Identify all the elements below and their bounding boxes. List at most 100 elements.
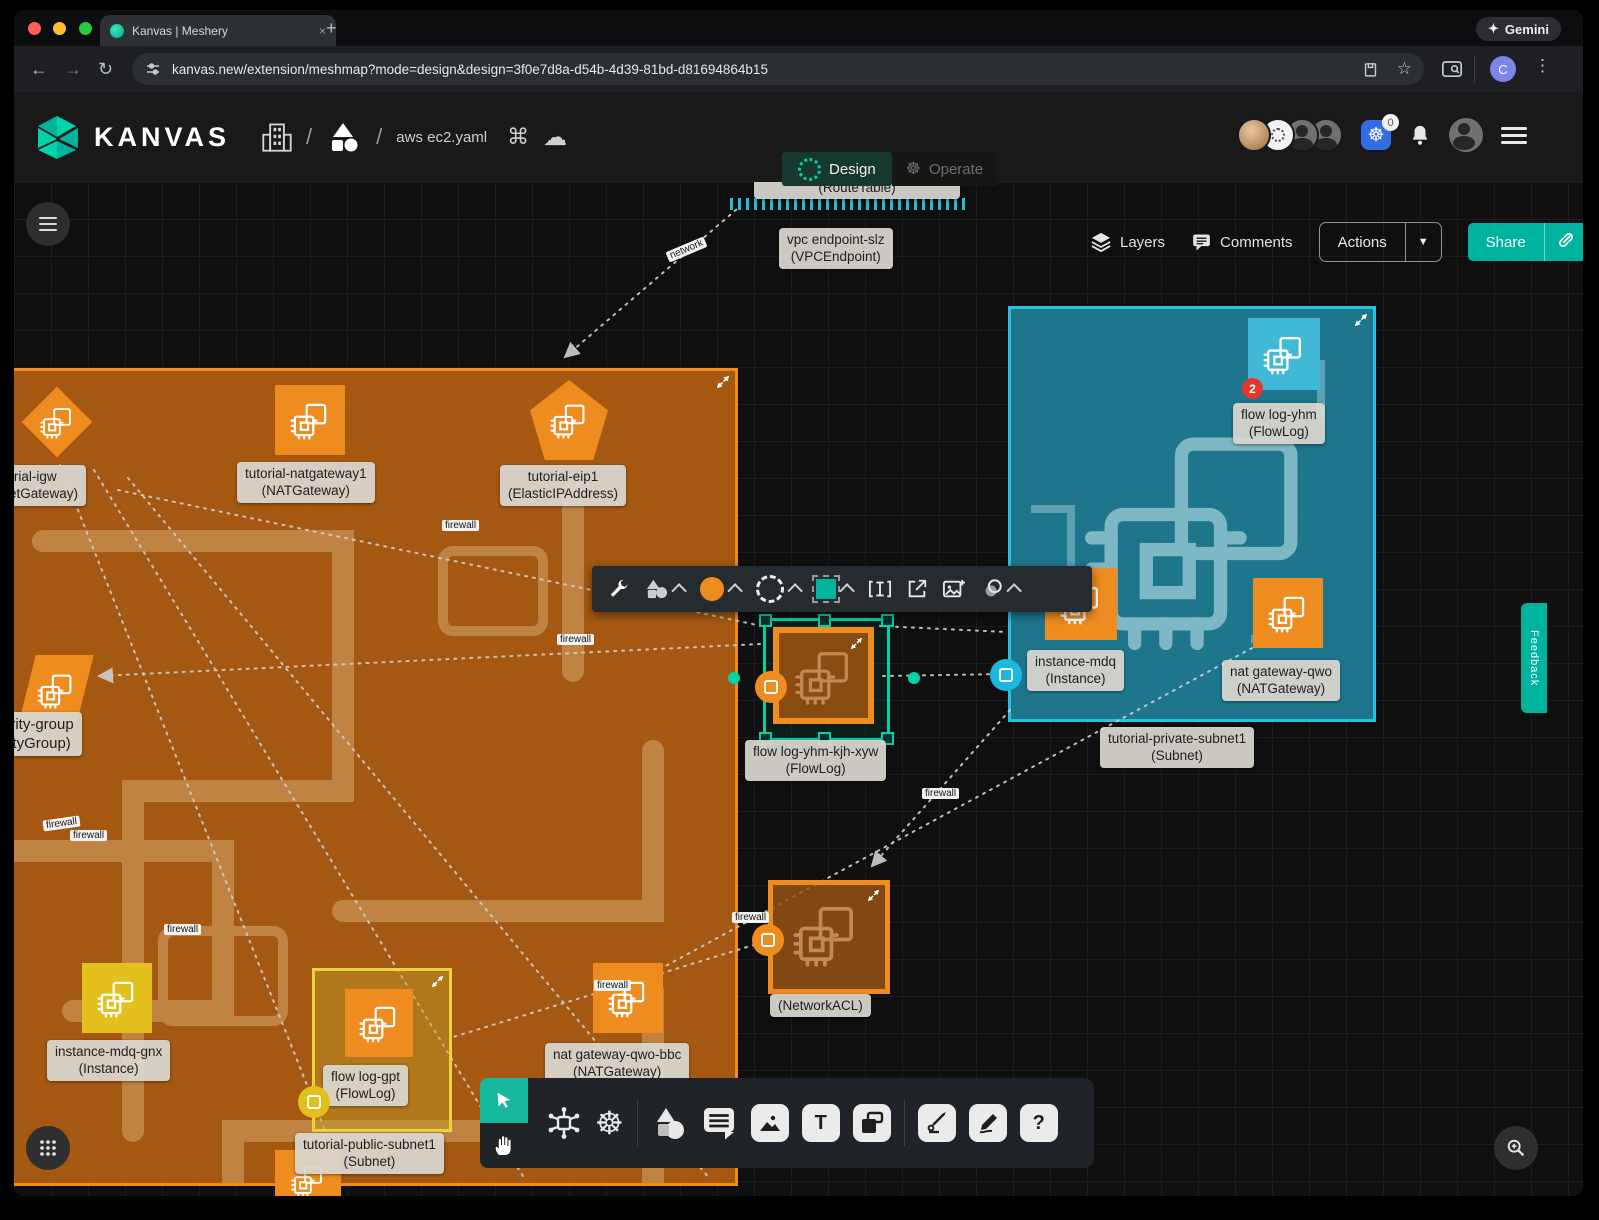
selection-handle[interactable] — [759, 614, 772, 627]
node-label-flow-log-yhm[interactable]: flow log-yhm (FlowLog) — [1233, 403, 1325, 444]
rename-text-icon[interactable] — [868, 578, 892, 600]
port-network-acl[interactable] — [752, 924, 784, 956]
kubernetes-tool-icon[interactable]: ☸ — [595, 1107, 624, 1139]
node-instance-mdq-gnx[interactable] — [82, 963, 152, 1033]
help-tool-icon[interactable]: ? — [1020, 1104, 1058, 1142]
design-file-name[interactable]: aws ec2.yaml — [396, 129, 487, 146]
layers-button[interactable]: Layers — [1090, 232, 1165, 252]
node-tutorial-natgateway1[interactable] — [275, 385, 345, 455]
bookmark-star-icon[interactable]: ☆ — [1397, 59, 1412, 79]
node-nat-gateway-qwo-bbc[interactable] — [593, 963, 663, 1033]
node-network-acl[interactable] — [768, 880, 890, 994]
port-flow-log-gpt[interactable] — [298, 1086, 330, 1118]
resize-handle-icon[interactable] — [868, 890, 879, 901]
text-tool-icon[interactable]: T — [802, 1104, 840, 1142]
node-label-tutorial-public-subnet1[interactable]: tutorial-public-subnet1 (Subnet) — [295, 1133, 444, 1174]
node-label-instance-mdq-gnx[interactable]: instance-mdq-gnx (Instance) — [47, 1040, 170, 1081]
tab-design[interactable]: Design — [782, 152, 892, 186]
collaborator-avatars[interactable] — [1237, 118, 1343, 152]
actions-button[interactable]: Actions — [1320, 223, 1405, 261]
actions-dropdown-caret[interactable]: ▼ — [1406, 223, 1441, 261]
node-label-tutorial-igw[interactable]: tutorial-igw (InternetGateway) — [14, 465, 86, 506]
node-tutorial-igw[interactable] — [22, 387, 92, 457]
new-tab-button[interactable]: + — [326, 18, 337, 39]
share-button[interactable]: Share — [1468, 234, 1544, 251]
zoom-button[interactable] — [1494, 1126, 1538, 1170]
zoom-window-button[interactable] — [79, 22, 92, 35]
gemini-button[interactable]: ✦ Gemini — [1476, 17, 1561, 41]
feedback-tab[interactable]: Feedback — [1521, 603, 1547, 713]
selection-handle[interactable] — [818, 614, 831, 627]
sidepanel-search-icon[interactable] — [1442, 61, 1462, 78]
node-label-tutorial-natgateway1[interactable]: tutorial-natgateway1 (NATGateway) — [237, 462, 375, 503]
pan-tool-button[interactable] — [480, 1123, 528, 1168]
collaborator-avatar[interactable] — [1237, 118, 1271, 152]
workspace-shapes-icon[interactable] — [326, 121, 362, 153]
comment-tool-icon[interactable] — [700, 1105, 738, 1141]
address-bar[interactable]: kanvas.new/extension/meshmap?mode=design… — [132, 53, 1424, 85]
connection-dot[interactable] — [728, 672, 740, 684]
edge-tool-icon[interactable] — [918, 1104, 956, 1142]
fill-color-picker[interactable] — [700, 577, 742, 601]
copy-link-icon[interactable] — [1545, 231, 1583, 254]
minimize-window-button[interactable] — [53, 22, 66, 35]
app-menu-icon[interactable] — [1501, 123, 1527, 148]
open-external-icon[interactable] — [906, 578, 928, 600]
comments-button[interactable]: Comments — [1191, 232, 1293, 252]
port-private-subnet[interactable] — [990, 659, 1022, 691]
tab-operate[interactable]: ☸ Operate — [892, 152, 997, 186]
kanvas-logo[interactable] — [36, 114, 80, 160]
node-label-nat-gateway-qwo[interactable]: nat gateway-qwo (NATGateway) — [1222, 660, 1340, 701]
node-label-flow-log-gpt[interactable]: flow log-gpt (FlowLog) — [323, 1065, 408, 1106]
note-tool-icon[interactable] — [853, 1104, 891, 1142]
notifications-bell-icon[interactable] — [1409, 123, 1431, 147]
focus-search-picker[interactable] — [980, 578, 1021, 600]
reload-icon[interactable]: ↻ — [98, 59, 113, 80]
shape-color-picker[interactable] — [816, 579, 854, 599]
add-image-icon[interactable] — [942, 578, 966, 600]
group-flow-log-gpt[interactable]: flow log-gpt (FlowLog) — [312, 968, 452, 1132]
organization-icon[interactable] — [262, 121, 292, 153]
resize-handle-icon[interactable] — [432, 976, 443, 987]
port-flow-log-kjh[interactable] — [755, 671, 787, 703]
freehand-tool-icon[interactable] — [969, 1104, 1007, 1142]
shapes-tool-icon[interactable] — [651, 1106, 687, 1140]
resize-handle-icon[interactable] — [851, 638, 862, 649]
profile-avatar[interactable]: C — [1490, 56, 1516, 82]
selection-handle[interactable] — [881, 614, 894, 627]
node-label-vpc-endpoint[interactable]: vpc endpoint-slz (VPCEndpoint) — [779, 228, 893, 269]
tab-close-icon[interactable]: × — [319, 24, 326, 38]
node-nat-gateway-qwo[interactable] — [1253, 578, 1323, 648]
connection-dot[interactable] — [908, 672, 920, 684]
cloud-sync-icon[interactable]: ☁✓ — [543, 123, 567, 152]
shapes-picker[interactable] — [644, 578, 686, 600]
image-tool-icon[interactable] — [751, 1104, 789, 1142]
node-label-tutorial-eip1[interactable]: tutorial-eip1 (ElasticIPAddress) — [500, 465, 626, 506]
component-browser-icon[interactable] — [546, 1105, 582, 1141]
command-icon[interactable]: ⌘ — [507, 124, 529, 150]
forward-icon[interactable]: → — [64, 59, 82, 80]
resize-handle-icon[interactable] — [717, 376, 729, 388]
browser-tab[interactable]: Kanvas | Meshery × — [100, 15, 336, 46]
resize-handle-icon[interactable] — [1355, 314, 1367, 326]
canvas-menu-button[interactable] — [26, 202, 70, 246]
configure-wrench-icon[interactable] — [608, 578, 630, 600]
node-label-instance-mdq[interactable]: instance-mdq (Instance) — [1027, 650, 1124, 691]
widgets-grid-button[interactable] — [26, 1126, 70, 1170]
site-settings-icon[interactable] — [144, 60, 162, 78]
node-label-security-group[interactable]: al-security-group (SecurityGroup) — [14, 712, 82, 756]
node-tutorial-eip1[interactable] — [530, 380, 608, 460]
user-avatar[interactable] — [1449, 118, 1483, 152]
border-style-picker[interactable] — [756, 575, 802, 603]
kubernetes-context-button[interactable]: ☸ 0 — [1361, 120, 1391, 150]
notification-count-badge[interactable]: 2 — [1242, 378, 1263, 399]
node-label-network-acl[interactable]: (NetworkACL) — [770, 994, 871, 1017]
save-page-icon[interactable] — [1362, 61, 1379, 78]
node-label-flow-log-yhm-kjh-xyw[interactable]: flow log-yhm-kjh-xyw (FlowLog) — [745, 740, 886, 781]
design-canvas[interactable]: Layers Comments Actions ▼ Share — [14, 182, 1583, 1196]
back-icon[interactable]: ← — [30, 59, 48, 80]
select-tool-button[interactable] — [480, 1078, 528, 1123]
browser-menu-icon[interactable]: ⋮ — [1534, 56, 1551, 76]
close-window-button[interactable] — [28, 22, 41, 35]
node-label-tutorial-private-subnet1[interactable]: tutorial-private-subnet1 (Subnet) — [1100, 727, 1254, 768]
